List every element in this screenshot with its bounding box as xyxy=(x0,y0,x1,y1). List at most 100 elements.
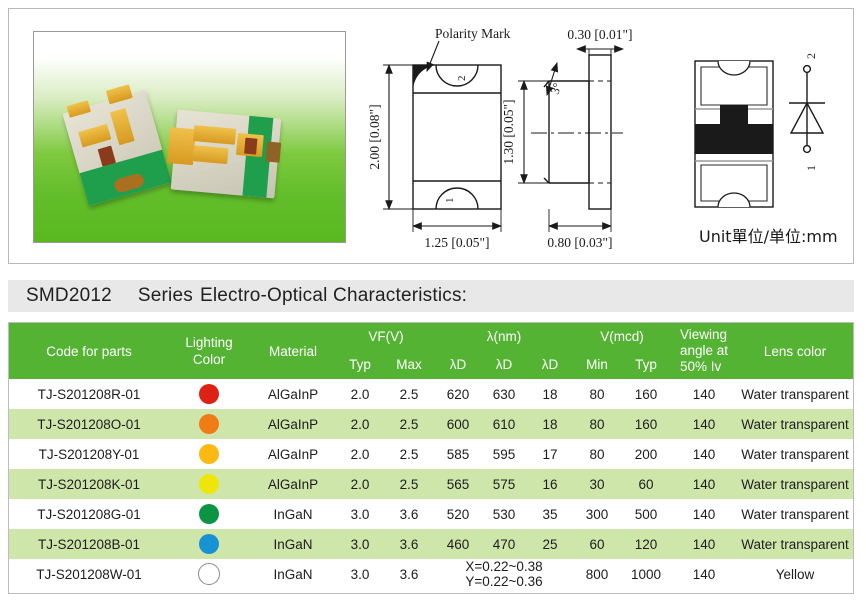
cell-lighting-color xyxy=(169,469,249,499)
diode-pin-1-label: 1 xyxy=(804,165,818,171)
section-title-part: SMD2012 xyxy=(26,285,112,306)
cell-lambda-3: 18 xyxy=(527,379,573,409)
section-title: SMD2012 Series Electro-Optical Character… xyxy=(8,280,854,312)
section-title-series: Series xyxy=(137,285,193,306)
cell-v-min: 80 xyxy=(573,379,621,409)
table-row: TJ-S201208Y-01 AlGaInP 2.0 2.5 585 595 17 80 200… xyxy=(9,439,853,469)
cell-viewing-angle: 140 xyxy=(671,499,737,529)
spec-table: Code for parts Lighting Color Material V… xyxy=(9,323,853,589)
table-row: TJ-S201208K-01 AlGaInP 2.0 2.5 565 575 16 30 60 1… xyxy=(9,469,853,499)
cell-lambda-2: 610 xyxy=(481,409,527,439)
cell-lambda-2: 595 xyxy=(481,439,527,469)
cell-lambda-3: 25 xyxy=(527,529,573,559)
col-header-v-typ: Typ xyxy=(621,349,671,379)
col-header-lambda-group: λ(nm) xyxy=(435,323,573,350)
table-row: TJ-S201208O-01 AlGaInP 2.0 2.5 600 610 18 80 160… xyxy=(9,409,853,439)
cell-viewing-angle: 140 xyxy=(671,529,737,559)
dim-width-label: 1.25 [0.05"] xyxy=(424,235,489,250)
col-header-material: Material xyxy=(249,323,337,379)
cell-lens-color: Yellow xyxy=(737,559,853,589)
dim-side-height-label: 1.30 [0.05"] xyxy=(501,99,516,164)
col-header-viewing-angle: Viewing angle at 50% Iv xyxy=(671,323,737,379)
led-color-swatch-icon xyxy=(199,444,219,464)
cell-v-min: 300 xyxy=(573,499,621,529)
section-title-rest: Electro-Optical Characteristics: xyxy=(199,285,468,306)
table-row: TJ-S201208B-01 InGaN 3.0 3.6 460 470 25 60 120 14… xyxy=(9,529,853,559)
cell-v-min: 80 xyxy=(573,409,621,439)
col-header-lambda-1: λD xyxy=(435,349,481,379)
cell-lens-color: Water transparent xyxy=(737,409,853,439)
cell-lens-color: Water transparent xyxy=(737,469,853,499)
cell-viewing-angle: 140 xyxy=(671,409,737,439)
cell-lambda-3: 35 xyxy=(527,499,573,529)
col-header-lens-color: Lens color xyxy=(737,323,853,379)
cell-vf-max: 2.5 xyxy=(383,439,435,469)
led-chip-left xyxy=(62,84,172,206)
cell-material: AlGaInP xyxy=(249,379,337,409)
angle-label: 3° xyxy=(548,81,565,96)
spec-table-container: Code for parts Lighting Color Material V… xyxy=(8,322,854,594)
cell-code: TJ-S201208B-01 xyxy=(9,529,169,559)
cell-lambda-1: 565 xyxy=(435,469,481,499)
cell-vf-max: 2.5 xyxy=(383,469,435,499)
col-header-lighting-color: Lighting Color xyxy=(169,323,249,379)
cell-material: InGaN xyxy=(249,559,337,589)
cell-code: TJ-S201208O-01 xyxy=(9,409,169,439)
cell-material: InGaN xyxy=(249,529,337,559)
cell-vf-max: 2.5 xyxy=(383,409,435,439)
cell-code: TJ-S201208K-01 xyxy=(9,469,169,499)
cell-viewing-angle: 140 xyxy=(671,439,737,469)
table-row: TJ-S201208W-01 InGaN 3.0 3.6 X=0.22~0.38 Y=0… xyxy=(9,559,853,589)
dim-thickness-label: 0.30 [0.01"] xyxy=(567,27,632,42)
dim-side-width-label: 0.80 [0.03"] xyxy=(547,235,612,250)
cell-lambda-1: 460 xyxy=(435,529,481,559)
cell-lambda-3: 16 xyxy=(527,469,573,499)
led-chip-right xyxy=(167,109,282,199)
cell-cie-coordinates: X=0.22~0.38 Y=0.22~0.36 xyxy=(435,559,573,589)
cell-code: TJ-S201208R-01 xyxy=(9,379,169,409)
cell-lambda-3: 18 xyxy=(527,409,573,439)
pad-number-bottom: 1 xyxy=(444,198,456,204)
cell-vf-typ: 2.0 xyxy=(337,409,383,439)
cell-vf-typ: 3.0 xyxy=(337,529,383,559)
col-header-v-group: V(mcd) xyxy=(573,323,671,350)
cell-v-typ: 500 xyxy=(621,499,671,529)
drawing-panel: 2 1 2 1 Polarity Mark 2.00 [0.08"] 1.25 … xyxy=(8,8,854,264)
col-header-code: Code for parts xyxy=(9,323,169,379)
cell-v-typ: 120 xyxy=(621,529,671,559)
cell-viewing-angle: 140 xyxy=(671,469,737,499)
cell-lighting-color xyxy=(169,499,249,529)
technical-drawings: 2 1 2 1 Polarity Mark 2.00 [0.08"] 1.25 … xyxy=(361,23,847,259)
cell-vf-max: 3.6 xyxy=(383,499,435,529)
led-color-swatch-icon xyxy=(199,384,219,404)
cell-lambda-2: 530 xyxy=(481,499,527,529)
cell-lighting-color xyxy=(169,529,249,559)
cell-lighting-color xyxy=(169,439,249,469)
cell-lambda-1: 585 xyxy=(435,439,481,469)
led-color-swatch-icon xyxy=(199,474,219,494)
led-color-swatch-icon xyxy=(199,534,219,554)
cell-code: TJ-S201208W-01 xyxy=(9,559,169,589)
cell-code: TJ-S201208G-01 xyxy=(9,499,169,529)
cell-vf-typ: 2.0 xyxy=(337,379,383,409)
cell-lens-color: Water transparent xyxy=(737,439,853,469)
cell-lambda-3: 17 xyxy=(527,439,573,469)
table-row: TJ-S201208G-01 InGaN 3.0 3.6 520 530 35 300 500 1… xyxy=(9,499,853,529)
col-header-lambda-3: λD xyxy=(527,349,573,379)
cell-lambda-1: 520 xyxy=(435,499,481,529)
diode-pin-2-label: 2 xyxy=(804,53,818,59)
spec-table-head: Code for parts Lighting Color Material V… xyxy=(9,323,853,379)
col-header-vf-max: Max xyxy=(383,349,435,379)
cell-vf-max: 3.6 xyxy=(383,529,435,559)
cell-vf-max: 3.6 xyxy=(383,559,435,589)
cell-v-typ: 60 xyxy=(621,469,671,499)
datasheet-page: 2 1 2 1 Polarity Mark 2.00 [0.08"] 1.25 … xyxy=(0,0,866,602)
cell-lighting-color xyxy=(169,379,249,409)
cell-v-typ: 160 xyxy=(621,379,671,409)
cell-v-typ: 200 xyxy=(621,439,671,469)
dim-height-label: 2.00 [0.08"] xyxy=(367,104,382,169)
led-color-swatch-icon xyxy=(199,414,219,434)
cell-vf-typ: 3.0 xyxy=(337,559,383,589)
cell-lens-color: Water transparent xyxy=(737,379,853,409)
cell-code: TJ-S201208Y-01 xyxy=(9,439,169,469)
